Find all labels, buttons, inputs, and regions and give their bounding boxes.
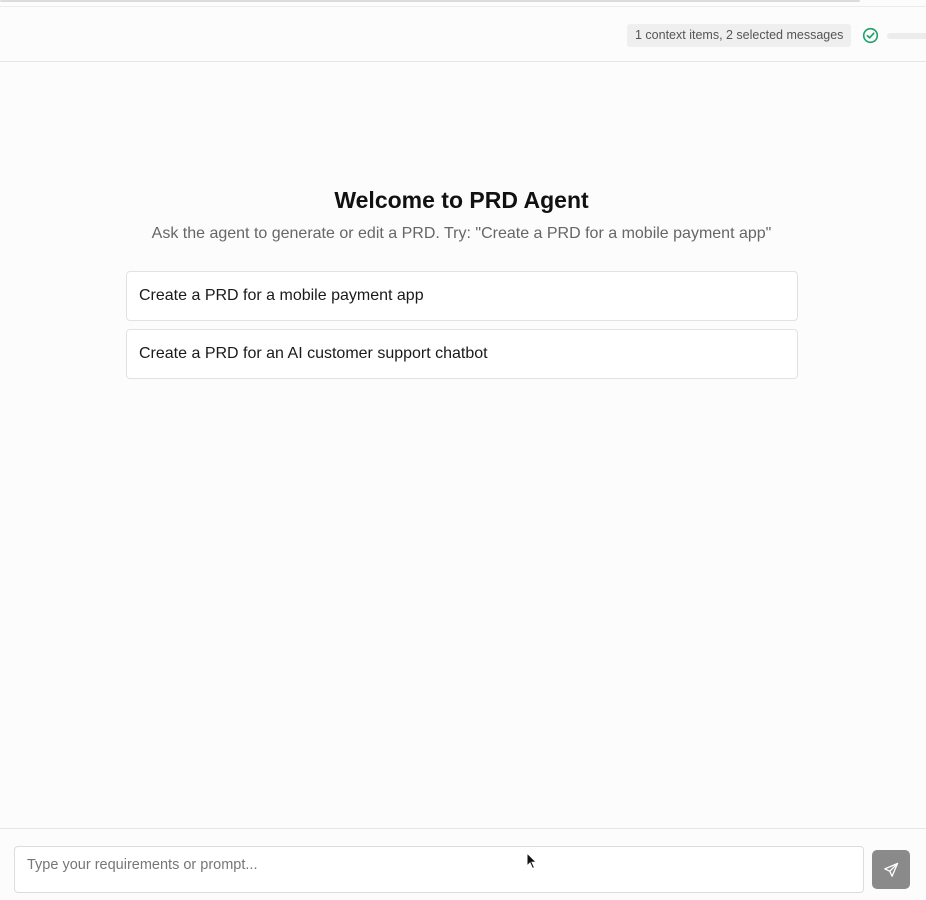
welcome-section: Welcome to PRD Agent Ask the agent to ge…: [0, 185, 923, 245]
prompt-input[interactable]: [14, 846, 864, 893]
suggestion-ai-support-chatbot[interactable]: Create a PRD for an AI customer support …: [126, 329, 798, 379]
prd-agent-page: 1 context items, 2 selected messages Wel…: [0, 0, 926, 900]
check-circle-icon: [862, 27, 879, 44]
composer: [0, 828, 926, 900]
send-icon: [883, 862, 899, 878]
welcome-subtitle: Ask the agent to generate or edit a PRD.…: [151, 225, 772, 242]
chat-header: 1 context items, 2 selected messages: [0, 6, 926, 62]
top-scrollbar[interactable]: [0, 0, 860, 2]
suggestion-mobile-payment-app[interactable]: Create a PRD for a mobile payment app: [126, 271, 798, 321]
context-summary-badge: 1 context items, 2 selected messages: [627, 24, 852, 47]
welcome-title: Welcome to PRD Agent: [334, 187, 589, 213]
header-progress-bar: [887, 33, 926, 39]
mouse-pointer-icon: [526, 851, 538, 870]
send-button[interactable]: [872, 850, 910, 889]
